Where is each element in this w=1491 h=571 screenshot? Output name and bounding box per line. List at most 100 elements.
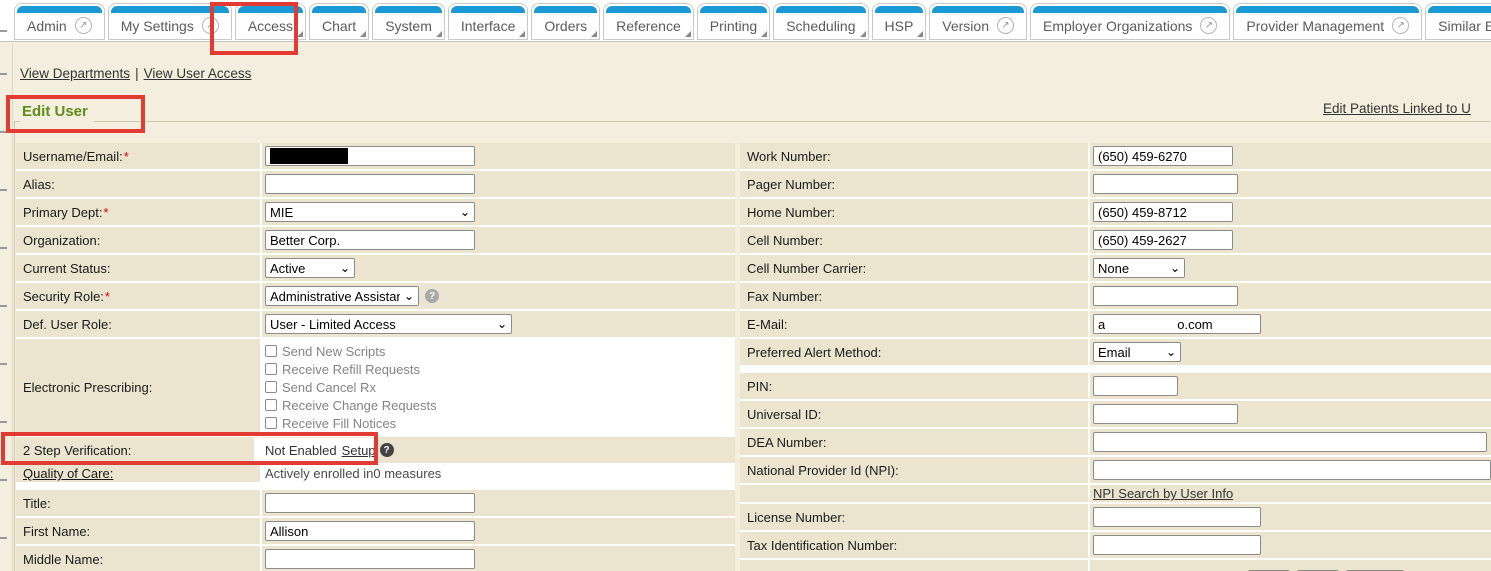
tab-chart[interactable]: Chart	[309, 3, 369, 40]
open-new-window-icon[interactable]: ↗	[202, 17, 219, 34]
field-label: PIN:	[740, 373, 1088, 399]
field-label-text: National Provider Id (NPI):	[747, 463, 899, 478]
field-label-text: Primary Dept:	[23, 205, 102, 220]
title-row: Title:	[16, 490, 735, 516]
selected-option: Email	[1098, 345, 1131, 360]
pager-number-input[interactable]	[1093, 174, 1238, 194]
tax-identification-number-input[interactable]	[1093, 535, 1261, 555]
tab-access[interactable]: Access	[235, 3, 306, 40]
e-mail-value-cell: ao.com	[1090, 311, 1491, 337]
universal-id-input[interactable]	[1093, 404, 1238, 424]
preferred-alert-method-select[interactable]: Email⌄	[1093, 342, 1181, 362]
current-status-select[interactable]: Active ⌄	[265, 258, 355, 278]
electronic-prescribing-checkbox-4[interactable]	[265, 417, 277, 429]
field-label-text: Pager Number:	[747, 177, 835, 192]
help-icon[interactable]: ?	[380, 443, 394, 457]
tab-admin[interactable]: Admin↗	[14, 3, 105, 40]
universal-id-row: Universal ID:	[740, 401, 1491, 427]
organization-input[interactable]: Better Corp.	[265, 230, 475, 250]
work-number-row: Work Number:(650) 459-6270	[740, 143, 1491, 169]
gutter-tick	[0, 305, 7, 307]
home-number-value-cell: (650) 459-8712	[1090, 199, 1491, 225]
tab-reference[interactable]: Reference	[603, 3, 694, 40]
security-role-select[interactable]: Administrative Assistant⌄	[265, 286, 419, 306]
middle-name-input[interactable]	[265, 549, 475, 569]
field-label-text: Security Role:	[23, 289, 104, 304]
tab-accent-bar	[1033, 6, 1227, 13]
username-email-row: Username/Email:*	[16, 143, 735, 169]
tab-similar-exposure-groups[interactable]: Similar Exposure Groups (	[1425, 3, 1491, 40]
alias-input[interactable]	[265, 174, 475, 194]
electronic-prescribing-checkbox-0[interactable]	[265, 345, 277, 357]
open-new-window-icon[interactable]: ↗	[75, 17, 92, 34]
tab-scheduling[interactable]: Scheduling	[773, 3, 868, 40]
tab-label: Chart	[322, 18, 356, 34]
tab-provider-management[interactable]: Provider Management↗	[1233, 3, 1422, 40]
e-mail-input[interactable]: ao.com	[1093, 314, 1261, 334]
tab-accent-bar	[1236, 6, 1419, 13]
signature-row-value-cell: ●●▦	[1090, 560, 1491, 571]
view-user-access-link[interactable]: View User Access	[144, 66, 252, 81]
tab-hsp[interactable]: HSP	[872, 3, 927, 40]
license-number-input[interactable]	[1093, 507, 1261, 527]
input-value: (650) 459-2627	[1098, 233, 1187, 248]
field-label-text[interactable]: Quality of Care:	[23, 466, 113, 481]
primary-dept-select[interactable]: MIE⌄	[265, 202, 475, 222]
selected-option: Active	[270, 261, 305, 276]
input-value: (650) 459-8712	[1098, 205, 1187, 220]
electronic-prescribing-checkbox-1[interactable]	[265, 363, 277, 375]
field-label	[740, 560, 1088, 571]
first-name-input[interactable]: Allison	[265, 521, 475, 541]
current-status-row: Current Status:Active⌄	[16, 255, 735, 281]
dea-number-input[interactable]	[1093, 432, 1487, 452]
help-icon[interactable]: ?	[425, 289, 439, 303]
tab-employer-organizations[interactable]: Employer Organizations↗	[1030, 3, 1230, 40]
title-value-cell	[262, 490, 735, 516]
cell-number-input[interactable]: (650) 459-2627	[1093, 230, 1233, 250]
tab-printing[interactable]: Printing	[697, 3, 770, 40]
field-label-text: PIN:	[747, 379, 772, 394]
gutter-tick	[0, 30, 7, 32]
field-label: First Name:	[16, 518, 260, 544]
dropdown-caret-icon	[917, 31, 923, 37]
select-chevron-icon: ⌄	[497, 318, 507, 330]
gutter-divider	[12, 44, 13, 571]
checkbox-option: Receive Change Requests	[265, 396, 437, 414]
national-provider-id-npi-input[interactable]	[1093, 460, 1491, 480]
electronic-prescribing-checkbox-3[interactable]	[265, 399, 277, 411]
cell-number-carrier-row: Cell Number Carrier:None⌄	[740, 255, 1491, 281]
tab-version[interactable]: Version↗	[929, 3, 1027, 40]
setup-link[interactable]: Setup	[342, 443, 376, 458]
tax-identification-number-value-cell	[1090, 532, 1491, 558]
dropdown-caret-icon	[519, 31, 525, 37]
open-new-window-icon[interactable]: ↗	[1392, 17, 1409, 34]
def-user-role-select[interactable]: User - Limited Access⌄	[265, 314, 512, 334]
pin-input[interactable]	[1093, 376, 1178, 396]
tab-my-settings[interactable]: My Settings↗	[108, 3, 232, 40]
electronic-prescribing-checkbox-2[interactable]	[265, 381, 277, 393]
field-label: Security Role:*	[16, 283, 260, 309]
cell-number-carrier-select[interactable]: None⌄	[1093, 258, 1185, 278]
tab-accent-bar	[534, 6, 597, 13]
left-form-column: Username/Email:*Alias:Primary Dept:*MIE⌄…	[16, 143, 735, 571]
first-name-value-cell: Allison	[262, 518, 735, 544]
work-number-input[interactable]: (650) 459-6270	[1093, 146, 1233, 166]
fax-number-input[interactable]	[1093, 286, 1238, 306]
alias-value-cell	[262, 171, 735, 197]
open-new-window-icon[interactable]: ↗	[1200, 17, 1217, 34]
view-departments-link[interactable]: View Departments	[20, 66, 130, 81]
edit-patients-linked-link[interactable]: Edit Patients Linked to U	[1323, 101, 1471, 116]
npi-search-link[interactable]: NPI Search by User Info	[1093, 486, 1233, 501]
open-new-window-icon[interactable]: ↗	[997, 17, 1014, 34]
home-number-input[interactable]: (650) 459-8712	[1093, 202, 1233, 222]
title-input[interactable]	[265, 493, 475, 513]
checkbox-label: Receive Refill Requests	[282, 362, 420, 377]
tab-system[interactable]: System	[372, 3, 445, 40]
tab-orders[interactable]: Orders	[531, 3, 600, 40]
select-chevron-icon: ⌄	[340, 262, 350, 274]
tab-interface[interactable]: Interface	[448, 3, 528, 40]
tab-accent-bar	[776, 6, 865, 13]
security-role-value-cell: Administrative Assistant⌄?	[262, 283, 735, 309]
username-email-input[interactable]	[265, 146, 475, 166]
field-label-text: E-Mail:	[747, 317, 787, 332]
